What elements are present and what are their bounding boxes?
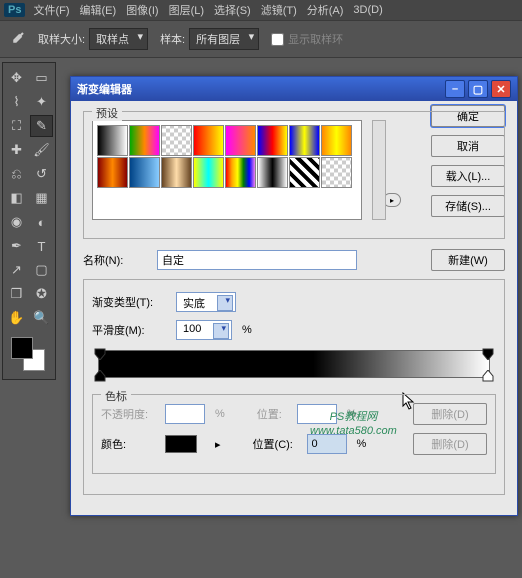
name-input[interactable] xyxy=(157,250,357,270)
tool-stamp[interactable]: ⎌ xyxy=(5,163,28,185)
preset-swatch[interactable] xyxy=(289,157,320,188)
preset-grid[interactable] xyxy=(92,120,362,220)
preset-swatch[interactable] xyxy=(257,125,288,156)
tool-lasso[interactable]: ⌇ xyxy=(5,91,28,113)
close-button[interactable]: ✕ xyxy=(491,80,511,98)
sample-label: 样本: xyxy=(160,31,185,47)
type-select[interactable]: 实底 xyxy=(176,292,236,312)
preset-scrollbar[interactable] xyxy=(372,120,386,220)
preset-swatch[interactable] xyxy=(161,125,192,156)
tool-heal[interactable]: ✚ xyxy=(5,139,28,161)
tool-blur[interactable]: ◉ xyxy=(5,211,28,233)
show-ring-label: 显示取样环 xyxy=(288,31,343,47)
preset-swatch[interactable] xyxy=(97,125,128,156)
stops-legend: 色标 xyxy=(101,388,131,404)
preset-swatch[interactable] xyxy=(257,157,288,188)
color-pos-label: 位置(C): xyxy=(253,436,301,452)
menu-select[interactable]: 选择(S) xyxy=(214,2,251,18)
opacity-pos-label: 位置: xyxy=(257,406,291,422)
delete-opacity-button: 删除(D) xyxy=(413,403,487,425)
tool-pen[interactable]: ✒ xyxy=(5,235,28,257)
preset-legend: 预设 xyxy=(92,105,122,121)
tool-crop[interactable]: ⛶ xyxy=(5,115,28,137)
sample-select[interactable]: 所有图层 xyxy=(189,28,259,50)
menu-3d[interactable]: 3D(D) xyxy=(353,4,382,16)
tool-move[interactable]: ✥ xyxy=(5,67,28,89)
show-ring-checkbox[interactable] xyxy=(271,33,284,46)
menu-file[interactable]: 文件(F) xyxy=(33,2,69,18)
tool-wand[interactable]: ✦ xyxy=(30,91,53,113)
preset-swatch[interactable] xyxy=(225,157,256,188)
toolbox: ✥▭ ⌇✦ ⛶✎ ✚🖌 ⎌↺ ◧▦ ◉◐ ✒T ↗▢ ❒✪ ✋🔍 xyxy=(2,62,56,380)
color-flyout-icon[interactable]: ▸ xyxy=(215,438,221,451)
menu-bar: Ps 文件(F) 编辑(E) 图像(I) 图层(L) 选择(S) 滤镜(T) 分… xyxy=(0,0,522,20)
menu-layer[interactable]: 图层(L) xyxy=(169,2,204,18)
fg-color-swatch[interactable] xyxy=(11,337,33,359)
opacity-pct: % xyxy=(215,408,225,420)
tool-eyedropper[interactable]: ✎ xyxy=(30,115,53,137)
preset-swatch[interactable] xyxy=(129,157,160,188)
color-swatches[interactable] xyxy=(5,335,53,375)
smooth-label: 平滑度(M): xyxy=(92,322,170,338)
tool-gradient[interactable]: ▦ xyxy=(30,187,53,209)
tool-zoom[interactable]: 🔍 xyxy=(30,307,53,329)
smooth-input[interactable]: 100 xyxy=(176,320,232,340)
gradient-editor-dialog: 渐变编辑器 – ▢ ✕ 确定 取消 载入(L)... 存储(S)... ▸ 预设 xyxy=(70,76,518,516)
maximize-button[interactable]: ▢ xyxy=(468,80,488,98)
color-pos-input[interactable] xyxy=(307,434,347,454)
tool-dodge[interactable]: ◐ xyxy=(30,211,53,233)
sample-size-select[interactable]: 取样点 xyxy=(89,28,148,50)
tool-brush[interactable]: 🖌 xyxy=(30,139,53,161)
menu-filter[interactable]: 滤镜(T) xyxy=(261,2,297,18)
type-label: 渐变类型(T): xyxy=(92,294,170,310)
app-logo: Ps xyxy=(4,3,25,17)
preset-swatch[interactable] xyxy=(193,157,224,188)
dialog-titlebar[interactable]: 渐变编辑器 – ▢ ✕ xyxy=(71,77,517,101)
preset-swatch[interactable] xyxy=(321,157,352,188)
preset-swatch[interactable] xyxy=(321,125,352,156)
smooth-pct: % xyxy=(242,324,252,336)
gradient-preview[interactable] xyxy=(98,350,490,378)
color-label: 颜色: xyxy=(101,436,159,452)
name-label: 名称(N): xyxy=(83,252,151,268)
tool-eraser[interactable]: ◧ xyxy=(5,187,28,209)
tool-shape[interactable]: ▢ xyxy=(30,259,53,281)
menu-image[interactable]: 图像(I) xyxy=(126,2,158,18)
preset-swatch[interactable] xyxy=(225,125,256,156)
tool-type[interactable]: T xyxy=(30,235,53,257)
menu-edit[interactable]: 编辑(E) xyxy=(80,2,117,18)
preset-swatch[interactable] xyxy=(97,157,128,188)
tool-3d[interactable]: ❒ xyxy=(5,283,28,305)
opacity-pos-input xyxy=(297,404,337,424)
preset-swatch[interactable] xyxy=(289,125,320,156)
opacity-stop-left[interactable] xyxy=(94,348,106,360)
delete-color-button: 删除(D) xyxy=(413,433,487,455)
opacity-input xyxy=(165,404,205,424)
minimize-button[interactable]: – xyxy=(445,80,465,98)
sample-size-label: 取样大小: xyxy=(38,31,85,47)
tool-path[interactable]: ↗ xyxy=(5,259,28,281)
new-button[interactable]: 新建(W) xyxy=(431,249,505,271)
menu-analysis[interactable]: 分析(A) xyxy=(307,2,344,18)
opacity-stop-right[interactable] xyxy=(482,348,494,360)
gradient-editor-bar[interactable] xyxy=(92,350,496,378)
options-bar: 取样大小: 取样点 样本: 所有图层 显示取样环 xyxy=(0,20,522,58)
color-chip[interactable] xyxy=(165,435,197,453)
preset-swatch[interactable] xyxy=(193,125,224,156)
tool-3dcam[interactable]: ✪ xyxy=(30,283,53,305)
tool-history[interactable]: ↺ xyxy=(30,163,53,185)
color-stop-left[interactable] xyxy=(94,370,106,382)
preset-swatch[interactable] xyxy=(129,125,160,156)
eyedropper-icon xyxy=(8,30,26,48)
tool-marquee[interactable]: ▭ xyxy=(30,67,53,89)
preset-swatch[interactable] xyxy=(161,157,192,188)
tool-hand[interactable]: ✋ xyxy=(5,307,28,329)
opacity-label: 不透明度: xyxy=(101,406,159,422)
dialog-title: 渐变编辑器 xyxy=(77,81,132,97)
color-stop-right[interactable] xyxy=(482,370,494,382)
